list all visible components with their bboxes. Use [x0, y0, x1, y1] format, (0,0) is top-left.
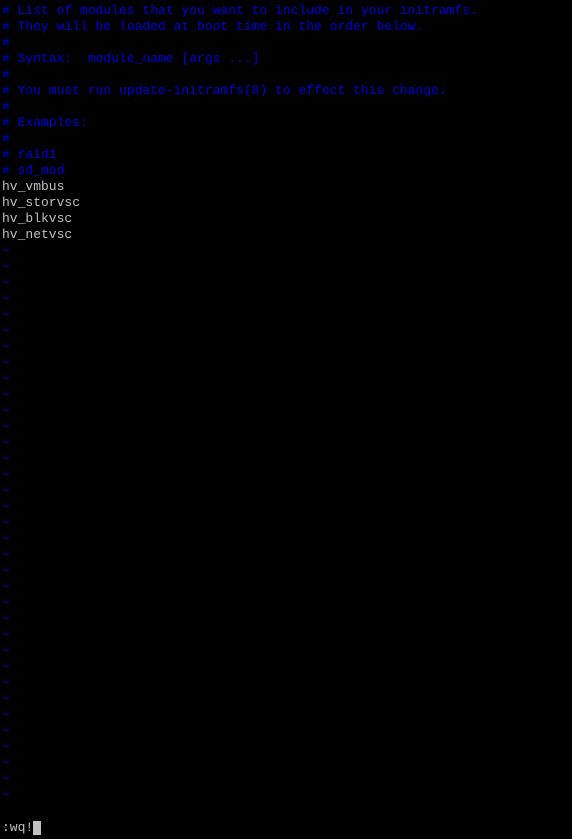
empty-line: ~: [2, 595, 570, 611]
comment-line: #: [2, 99, 570, 115]
comment-line: #: [2, 67, 570, 83]
module-line: hv_storvsc: [2, 195, 570, 211]
comment-line: # They will be loaded at boot time in th…: [2, 19, 570, 35]
empty-line: ~: [2, 435, 570, 451]
comment-line: # sd_mod: [2, 163, 570, 179]
empty-line: ~: [2, 611, 570, 627]
empty-line: ~: [2, 419, 570, 435]
empty-line: ~: [2, 499, 570, 515]
comment-line: # Examples:: [2, 115, 570, 131]
empty-line: ~: [2, 323, 570, 339]
comment-line: # raid1: [2, 147, 570, 163]
empty-line: ~: [2, 755, 570, 771]
module-line: hv_vmbus: [2, 179, 570, 195]
empty-line: ~: [2, 387, 570, 403]
empty-line: ~: [2, 579, 570, 595]
empty-line: ~: [2, 675, 570, 691]
empty-line: ~: [2, 627, 570, 643]
empty-line: ~: [2, 771, 570, 787]
empty-line: ~: [2, 275, 570, 291]
comment-line: #: [2, 131, 570, 147]
empty-line: ~: [2, 707, 570, 723]
empty-line: ~: [2, 339, 570, 355]
vim-command-line[interactable]: :wq!: [2, 820, 41, 836]
empty-line: ~: [2, 531, 570, 547]
empty-line: ~: [2, 259, 570, 275]
empty-line: ~: [2, 723, 570, 739]
empty-line: ~: [2, 403, 570, 419]
cursor: [33, 821, 41, 835]
empty-line: ~: [2, 243, 570, 259]
command-text: :wq!: [2, 820, 33, 835]
empty-line: ~: [2, 307, 570, 323]
empty-line: ~: [2, 563, 570, 579]
comment-line: #: [2, 35, 570, 51]
empty-line: ~: [2, 355, 570, 371]
empty-line: ~: [2, 451, 570, 467]
empty-line: ~: [2, 547, 570, 563]
comment-line: # List of modules that you want to inclu…: [2, 3, 570, 19]
empty-line: ~: [2, 467, 570, 483]
empty-line: ~: [2, 643, 570, 659]
empty-line: ~: [2, 515, 570, 531]
empty-line: ~: [2, 483, 570, 499]
terminal-editor[interactable]: # List of modules that you want to inclu…: [0, 0, 572, 839]
empty-line: ~: [2, 787, 570, 803]
module-line: hv_netvsc: [2, 227, 570, 243]
comment-line: # You must run update-initramfs(8) to ef…: [2, 83, 570, 99]
empty-line: ~: [2, 739, 570, 755]
empty-line: ~: [2, 371, 570, 387]
comment-line: # Syntax: module_name [args ...]: [2, 51, 570, 67]
empty-line: ~: [2, 691, 570, 707]
empty-line: ~: [2, 291, 570, 307]
empty-line: ~: [2, 659, 570, 675]
module-line: hv_blkvsc: [2, 211, 570, 227]
